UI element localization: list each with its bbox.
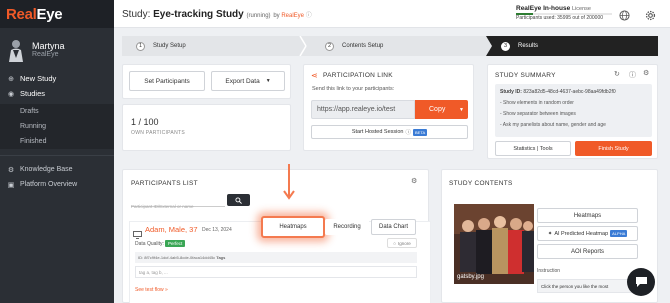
copy-button[interactable]: Copy ▼ [415,100,468,119]
study-contents-title: STUDY CONTENTS [449,180,513,187]
participation-link-title: PARTICIPATION LINK [323,72,393,79]
chat-icon [635,277,647,287]
step-contents-setup[interactable]: 2 Contents Setup [325,36,383,56]
instruction-label: Instruction [537,268,561,274]
own-participants-label: OWN PARTICIPANTS [131,130,185,136]
circle-icon: ○ [393,240,396,246]
sidebar-item-new-study[interactable]: ⊕ New Study [0,71,114,86]
gatsby-image [454,204,534,284]
export-data-button[interactable]: Export Data ▼ [211,71,285,91]
sidebar-item-knowledge-base[interactable]: ⚙ Knowledge Base [0,162,114,177]
sidebar-item-running[interactable]: Running [0,119,114,134]
participant-id: ID: 8f7c9f4e-1dcf-4ab5-8cde-0faca14dd45c… [135,252,417,263]
data-quality-label: Data Quality: [135,241,164,247]
stepper: 1 Study Setup 2 Contents Setup 3 Results [122,36,658,56]
sidebar-item-finished[interactable]: Finished [0,134,114,149]
sidebar-item-drafts[interactable]: Drafts [0,104,114,119]
beta-badge: BETA [413,128,428,136]
sidebar-divider [0,155,114,156]
refresh-icon[interactable]: ↻ [614,70,620,78]
participants-list-title: PARTICIPANTS LIST [131,180,198,187]
participant-row: Adam, Male, 37 Dec 13, 2024 Data Quality… [129,216,431,303]
quality-badge: Perfect [165,240,186,247]
settings-icon[interactable]: ⚙ [643,69,649,77]
statistics-tools-button[interactable]: Statistics | Tools [495,141,571,156]
study-image-thumbnail[interactable]: gatsby.jpg [454,204,534,284]
participation-link-desc: Send this link to your participants: [312,86,395,92]
aoi-reports-button[interactable]: AOI Reports [537,244,638,259]
user-name: Martyna [32,40,65,51]
plus-icon: ⊕ [8,75,14,83]
summary-line: - Ask my panelists about name, gender an… [500,122,606,128]
settings-icon[interactable]: ⚙ [411,177,417,185]
alpha-badge: ALPHA [610,230,628,237]
step-results[interactable]: 3 Results [501,36,538,56]
author-link[interactable]: RealEye [281,13,304,19]
image-name: gatsby.jpg [457,274,484,280]
heatmaps-button[interactable]: Heatmaps [261,216,325,238]
set-participants-button[interactable]: Set Participants [129,71,205,91]
see-test-flow-link[interactable]: See test flow » [135,287,168,293]
participants-count-card: 1 / 100 OWN PARTICIPANTS [122,104,291,151]
summary-line: - Show elements in random order [500,100,574,106]
tags-input[interactable]: tag a, tag b, ... [135,266,417,278]
study-summary-title: STUDY SUMMARY [495,72,556,79]
data-chart-button[interactable]: Data Chart [371,219,416,235]
chevron-down-icon: ▼ [265,78,271,84]
license-info: RealEye In-house License [516,5,591,12]
content-heatmaps-button[interactable]: Heatmaps [537,208,638,223]
ignore-toggle[interactable]: ○ Ignore [387,238,417,248]
logo[interactable]: RealEye [6,6,63,23]
annotation-arrow-icon [283,164,295,200]
play-icon: ▣ [7,181,15,189]
participation-link-card: ⋖ PARTICIPATION LINK Send this link to y… [303,64,474,151]
participants-list-card: PARTICIPANTS LIST ⚙ Participant ID/Exter… [122,169,431,303]
logo-bar: RealEye [0,0,114,28]
study-summary-card: STUDY SUMMARY ↻ ⓘ ⚙ Study ID: 823a82d5-4… [487,64,658,159]
participant-search-input[interactable]: Participant ID/External or name [131,195,225,209]
start-hosted-session-button[interactable]: Start Hosted Session ⓘ BETA [311,125,468,139]
participants-count: 1 / 100 [131,117,159,127]
sparkle-icon: ✦ [547,230,553,237]
sidebar-item-studies[interactable]: ◉ Studies [0,86,114,101]
eye-icon: ◉ [7,90,15,98]
settings-icon[interactable] [645,8,656,21]
search-button[interactable] [227,194,250,206]
search-icon [235,196,242,204]
study-summary-body: Study ID: 823a82d5-48cd-4637-aebc-98aa49… [495,84,652,137]
avatar [6,36,26,62]
user-org: RealEye [32,50,59,58]
info-icon[interactable]: ⓘ [629,70,636,80]
page-title: Study: Eye-tracking Study (running) by R… [122,9,312,20]
stepper-bg [122,36,658,56]
chat-button[interactable] [627,268,655,296]
ai-predicted-heatmap-button[interactable]: ✦ AI Predicted Heatmap ALPHA [537,226,638,241]
info-icon: ⓘ [405,130,412,136]
user-profile[interactable]: Martyna RealEye [0,28,114,70]
gear-icon: ⚙ [7,166,15,174]
finish-study-button[interactable]: Finish Study [575,141,652,156]
globe-icon[interactable] [619,8,630,21]
participants-used: Participants used: 35995 out of 200000 [516,15,604,21]
participant-name-link[interactable]: Adam, Male, 37 [145,225,198,234]
participation-url-field[interactable]: https://app.realeye.io/test [311,100,415,119]
app: RealEye Martyna RealEye ⊕ New Study ◉ Stud… [0,0,670,303]
instruction-text: Click the person you like the most [537,279,638,293]
sidebar: RealEye Martyna RealEye ⊕ New Study ◉ Stud… [0,0,114,303]
participants-actions-card: Set Participants Export Data ▼ [122,64,291,99]
study-id: Study ID: 823a82d5-48cd-4637-aebc-98aa49… [500,89,616,95]
step-study-setup[interactable]: 1 Study Setup [136,36,186,56]
top-bar: Study: Eye-tracking Study (running) by R… [114,0,670,28]
participant-date: Dec 13, 2024 [202,227,232,233]
sidebar-item-platform-overview[interactable]: ▣ Platform Overview [0,177,114,192]
caret-down-icon: ▼ [459,106,464,113]
study-contents-card: STUDY CONTENTS gatsby.jpg Heatmaps ✦ AI … [441,169,658,303]
share-icon: ⋖ [311,71,318,80]
recording-button[interactable]: Recording [325,219,369,235]
summary-line: - Show separator between images [500,111,576,117]
